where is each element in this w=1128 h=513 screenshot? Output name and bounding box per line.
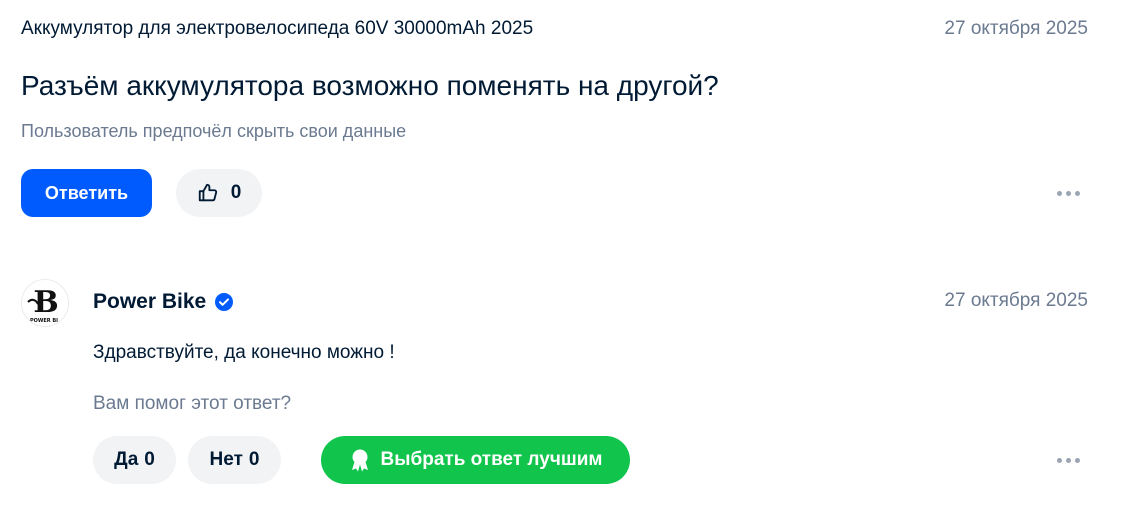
verified-check-icon [215,293,234,311]
question-author: Пользователь предпочёл скрыть свои данны… [21,121,407,141]
helpful-yes-button[interactable]: Да 0 [93,436,176,484]
choose-best-answer-button[interactable]: Выбрать ответ лучшим [321,436,630,484]
seller-logo: B POWER BI [22,280,68,326]
more-dots-icon [1056,190,1062,196]
question-date: 27 октября 2025 [944,18,1088,39]
like-button[interactable]: 0 [176,169,262,217]
no-count: 0 [248,449,260,470]
award-icon [351,449,368,472]
seller-name[interactable]: Power Bike [93,289,234,315]
no-label: Нет [209,449,243,470]
reply-button-label: Ответить [44,182,129,203]
more-dots-icon [1056,457,1062,463]
choose-best-label: Выбрать ответ лучшим [380,449,603,470]
like-count: 0 [230,182,242,203]
helpful-question: Вам помог этот ответ? [93,393,292,414]
yes-label: Да [114,449,139,470]
avatar-caption: POWER BI [30,318,58,324]
answer-date: 27 октября 2025 [944,290,1088,311]
answer-text: Здравствуйте, да конечно можно ! [93,342,395,363]
seller-name-text: Power Bike [93,290,207,313]
reply-button[interactable]: Ответить [21,169,152,217]
seller-avatar[interactable]: B POWER BI [21,279,69,327]
answer-more-button[interactable] [1048,448,1088,472]
thumbs-up-icon [198,183,217,202]
question-text: Разъём аккумулятора возможно поменять на… [21,70,719,101]
question-more-button[interactable] [1048,181,1088,205]
yes-count: 0 [144,449,155,470]
helpful-no-button[interactable]: Нет 0 [188,436,281,484]
product-title[interactable]: Аккумулятор для электровелосипеда 60V 30… [21,17,533,41]
